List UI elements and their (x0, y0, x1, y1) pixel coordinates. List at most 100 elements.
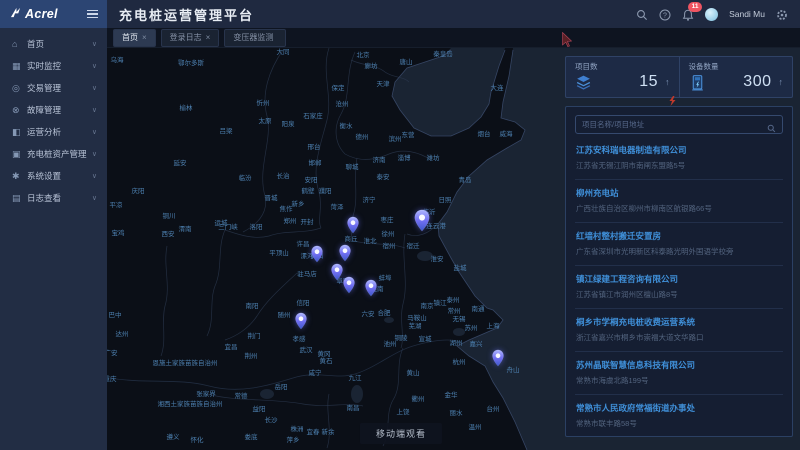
city-label: 驻马店 (297, 268, 317, 278)
sidebar-item[interactable]: ✱ 系统设置 (0, 165, 107, 187)
city-label: 宝鸡 (112, 227, 125, 237)
location-pin-icon[interactable] (414, 209, 431, 232)
city-label: 沧州 (336, 98, 349, 108)
notification-badge: 11 (688, 2, 702, 12)
city-label: 青岛 (459, 174, 472, 184)
help-icon[interactable]: ? (659, 8, 671, 20)
city-label: 舟山 (507, 364, 520, 374)
tab-close-icon[interactable]: × (206, 33, 211, 42)
city-label: 宿州 (383, 240, 396, 250)
avatar[interactable] (705, 8, 718, 21)
city-label: 巴中 (109, 309, 122, 319)
location-pin-icon[interactable] (492, 349, 505, 367)
search-icon[interactable] (636, 8, 648, 20)
tab[interactable]: 变压器监测 (224, 29, 286, 47)
chevron-down-icon (92, 40, 97, 48)
sidebar-item-label: 故障管理 (27, 104, 61, 116)
city-label: 枣庄 (381, 214, 394, 224)
stats-cards: 项目数 15 ↑ 设备数量 300 ↑ (565, 56, 793, 98)
project-list-item[interactable]: 镇江绿建工程咨询有限公司 江苏省镇江市润州区檀山路8号 (575, 266, 783, 309)
tab[interactable]: 首页 × (113, 29, 156, 47)
city-label: 菏泽 (331, 201, 344, 211)
city-label: 济南 (373, 154, 386, 164)
city-label: 南通 (472, 303, 485, 313)
project-list-item[interactable]: 常熟市人民政府常福街道办事处 常熟市联丰路58号 (575, 395, 783, 437)
location-pin-icon[interactable] (311, 245, 324, 263)
city-label: 长治 (277, 170, 290, 180)
city-label: 信阳 (297, 297, 310, 307)
sidebar-item-label: 实时监控 (27, 60, 61, 72)
city-label: 平顶山 (269, 247, 289, 257)
location-pin-icon[interactable] (365, 279, 378, 297)
notifications-bell-icon[interactable]: 11 (682, 8, 694, 20)
chevron-down-icon (92, 84, 97, 92)
mobile-view-button[interactable]: 移动端观看 (360, 423, 442, 444)
city-label: 嘉兴 (470, 338, 483, 348)
logo-text: Acrel (25, 7, 58, 21)
city-label: 湖州 (450, 337, 463, 347)
tab-close-icon[interactable]: × (142, 33, 147, 42)
search-icon[interactable] (767, 120, 776, 129)
sidebar-item[interactable]: ◧ 运营分析 (0, 121, 107, 143)
city-label: 安阳 (305, 174, 318, 184)
trend-up-icon: ↑ (779, 77, 784, 87)
city-label: 聊城 (346, 161, 359, 171)
sidebar-item-label: 交易管理 (27, 82, 61, 94)
city-label: 宿迁 (407, 240, 420, 250)
project-name: 柳州充电站 (576, 187, 782, 199)
chevron-down-icon (92, 172, 97, 180)
city-label: 新乡 (292, 198, 305, 208)
city-label: 淮安 (431, 253, 444, 263)
project-list-item[interactable]: 江苏安科瑞电器制造有限公司 江苏省无锡江阴市南闸东盟路5号 (575, 137, 783, 180)
city-label: 达州 (116, 328, 129, 338)
project-list-item[interactable]: 红墙村整村搬迁安置房 广东省深圳市光明新区科泰路光明外国语学校旁 (575, 223, 783, 266)
city-label: 大同 (277, 48, 290, 56)
sidebar-item[interactable]: ⊗ 故障管理 (0, 99, 107, 121)
city-label: 丽水 (450, 407, 463, 417)
city-label: 怀化 (191, 434, 204, 444)
city-label: 遵义 (167, 431, 180, 441)
city-label: 常德 (235, 390, 248, 400)
sidebar-item[interactable]: ▦ 实时监控 (0, 55, 107, 77)
chevron-down-icon (92, 106, 97, 114)
city-label: 南阳 (246, 300, 259, 310)
city-label: 濮阳 (319, 185, 332, 195)
city-label: 恩施土家族苗族自治州 (153, 357, 218, 367)
location-pin-icon[interactable] (295, 312, 308, 330)
project-search-box (575, 115, 783, 134)
location-pin-icon[interactable] (343, 276, 356, 294)
city-label: 鹤壁 (302, 185, 315, 195)
sidebar-item[interactable]: ⌂ 首页 (0, 33, 107, 55)
tab-label: 首页 (122, 32, 138, 43)
city-label: 萍乡 (287, 434, 300, 444)
sidebar-item-icon: ▦ (12, 61, 27, 72)
svg-text:?: ? (663, 12, 667, 19)
project-list-item[interactable]: 柳州充电站 广西壮族自治区柳州市柳南区航银路66号 (575, 180, 783, 223)
city-label: 渭南 (179, 223, 192, 233)
location-pin-icon[interactable] (347, 216, 360, 234)
sidebar-item[interactable]: ◎ 交易管理 (0, 77, 107, 99)
settings-gear-icon[interactable] (776, 8, 788, 20)
city-label: 上海 (487, 320, 500, 330)
city-label: 威海 (500, 128, 513, 138)
project-name: 镇江绿建工程咨询有限公司 (576, 273, 782, 285)
menu-toggle-icon[interactable] (87, 10, 98, 19)
sidebar-item[interactable]: ▤ 日志查看 (0, 187, 107, 209)
city-label: 石家庄 (303, 110, 323, 120)
location-pin-icon[interactable] (339, 244, 352, 262)
city-label: 温州 (469, 421, 482, 431)
sidebar-item-icon: ▣ (12, 149, 27, 160)
city-label: 邢台 (308, 141, 321, 151)
project-list-item[interactable]: 桐乡市学桐充电桩收费运营系统 浙江省嘉兴市桐乡市崇福大道文华路口 (575, 309, 783, 352)
chevron-down-icon (92, 128, 97, 136)
sidebar-item-icon: ⊗ (12, 105, 27, 116)
tab[interactable]: 登录日志 × (161, 29, 220, 47)
city-label: 邯郸 (309, 157, 322, 167)
city-label: 铜川 (163, 210, 176, 220)
city-label: 合肥 (378, 307, 391, 317)
project-list-item[interactable]: 苏州晶联智慧信息科技有限公司 常熟市海虞北路199号 (575, 352, 783, 395)
tab-label: 登录日志 (170, 32, 202, 43)
sidebar-item[interactable]: ▣ 充电桩资产管理 (0, 143, 107, 165)
chevron-down-icon (92, 62, 97, 70)
project-search-input[interactable] (582, 120, 767, 129)
